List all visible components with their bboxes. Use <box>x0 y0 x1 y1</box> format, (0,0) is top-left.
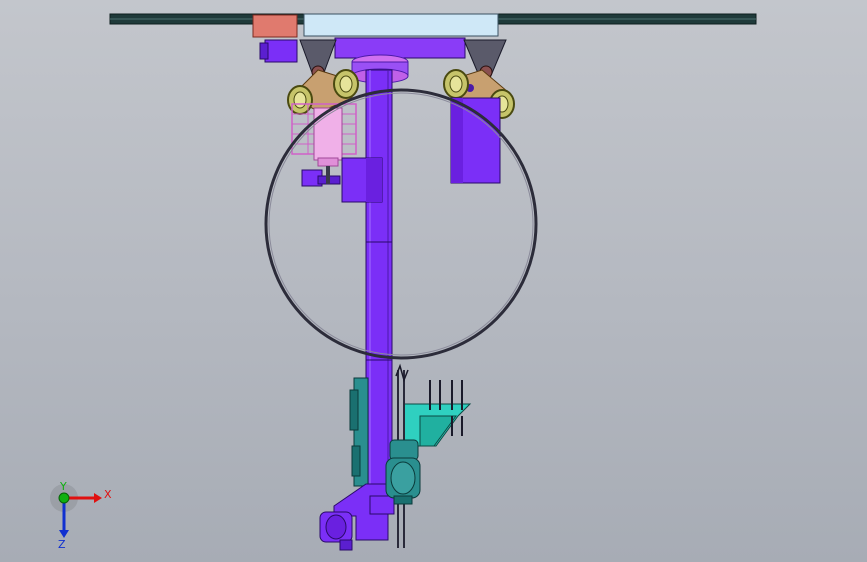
cad-viewport[interactable]: X Y Z <box>0 0 867 562</box>
y-axis-label: Y <box>59 480 67 493</box>
z-axis-arrowhead <box>59 530 69 538</box>
machine-assembly-model[interactable] <box>0 0 867 562</box>
x-axis-label: X <box>104 488 112 501</box>
left-small-bracket <box>301 166 341 187</box>
y-axis-origin <box>58 492 70 504</box>
lower-gearbox <box>319 483 395 551</box>
large-hoop-ring <box>264 88 538 360</box>
small-drive-motor <box>259 39 298 63</box>
cyan-spindle-bracket <box>403 380 472 447</box>
x-axis-arrowhead <box>94 493 102 503</box>
rail-carriage <box>252 13 499 38</box>
coordinate-triad: X Y Z <box>50 480 112 550</box>
teal-side-motor <box>349 377 369 487</box>
z-axis-label: Z <box>58 538 66 550</box>
